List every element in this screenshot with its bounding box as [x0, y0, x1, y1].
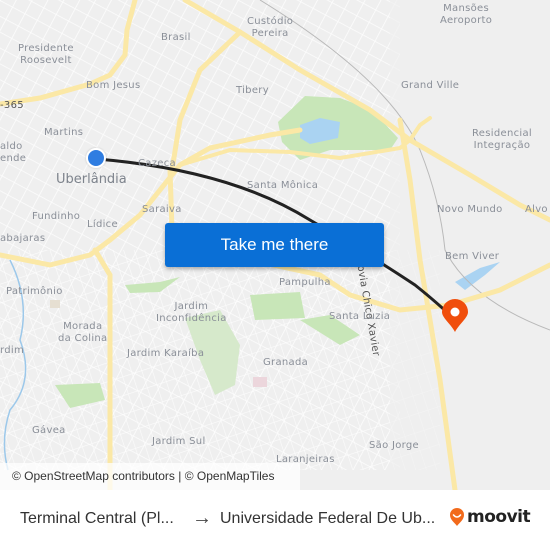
label-martins: Martins — [44, 127, 84, 138]
label-residencial-integracao: Residencial Integração — [472, 128, 532, 151]
label-jardim-sul: Jardim Sul — [152, 436, 206, 447]
moovit-wordmark: moovit — [467, 507, 531, 527]
label-alvorada: Alvo — [525, 204, 548, 215]
footer-bar: Terminal Central (Pl... → Universidade F… — [0, 490, 550, 550]
label-jardim-west: rdim — [0, 345, 25, 356]
label-saraiva: Saraiva — [142, 204, 182, 215]
label-bom-jesus: Bom Jesus — [86, 80, 141, 91]
label-patrimonio: Patrimônio — [6, 286, 63, 297]
label-santa-luzia: Santa Luzia — [329, 311, 391, 322]
destination-name: Universidade Federal De Ub... — [220, 510, 436, 527]
label-fundinho: Fundinho — [32, 211, 81, 222]
map-attribution[interactable]: © OpenStreetMap contributors | © OpenMap… — [0, 463, 300, 490]
label-brasil: Brasil — [161, 32, 191, 43]
label-santa-monica: Santa Mônica — [247, 180, 319, 191]
moovit-logo[interactable]: moovit — [449, 507, 531, 527]
label-sao-jorge: São Jorge — [369, 440, 419, 451]
moovit-pin-icon — [450, 508, 464, 526]
label-morada-da-colina: Morada da Colina — [58, 321, 108, 344]
label-tibery: Tibery — [236, 85, 269, 96]
label-granada: Granada — [263, 357, 309, 368]
poi-area — [253, 377, 267, 387]
label-novo-mundo: Novo Mundo — [437, 204, 503, 215]
map[interactable]: Presidente Roosevelt Brasil Custódio Perei… — [0, 0, 550, 490]
label-mansoes-aeroporto: Mansões Aeroporto — [440, 3, 493, 26]
poi-area — [50, 300, 60, 308]
origin-marker[interactable] — [86, 148, 106, 168]
label-presidente-roosevelt: Presidente Roosevelt — [18, 43, 74, 66]
arrow-right-icon: → — [192, 507, 212, 529]
take-me-there-button[interactable]: Take me there — [165, 223, 384, 267]
label-uberlandia: Uberlândia — [56, 172, 127, 187]
park — [250, 292, 305, 320]
label-jardim-inconfidencia: Jardim Inconfidência — [156, 301, 227, 324]
label-tabajaras: abajaras — [0, 233, 46, 244]
label-jardim-karaiba: Jardim Karaíba — [127, 348, 205, 359]
label-cazeca: Cazeca — [138, 158, 176, 169]
label-custodio-pereira: Custódio Pereira — [247, 16, 294, 39]
marker-dot-icon — [450, 307, 460, 317]
label-bem-viver: Bem Viver — [445, 251, 500, 262]
label-br-365: -365 — [0, 100, 24, 111]
label-gavea: Gávea — [32, 425, 66, 436]
label-pampulha: Pampulha — [279, 277, 331, 288]
label-aldo-ende: aldo ende — [0, 141, 27, 164]
label-grand-ville: Grand Ville — [401, 80, 460, 91]
origin-name: Terminal Central (Pl... — [20, 510, 174, 527]
label-lidice: Lídice — [87, 219, 118, 230]
